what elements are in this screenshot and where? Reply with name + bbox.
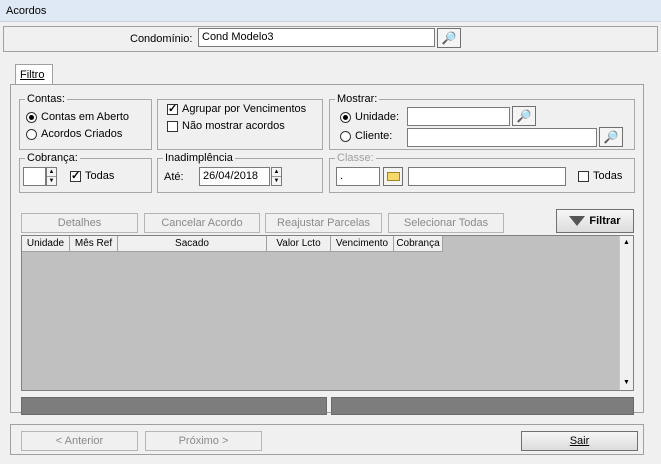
anterior-button[interactable]: < Anterior [21, 431, 138, 451]
checkbox-unchecked-icon [167, 120, 178, 132]
condominio-search-button[interactable]: 🔎 [437, 28, 461, 48]
binoculars-icon: 🔎 [516, 109, 532, 123]
radio-on-icon [340, 111, 351, 123]
col-mes-ref[interactable]: Mês Ref [70, 236, 118, 251]
checkbox-checked-icon [167, 102, 178, 115]
proximo-button[interactable]: Próximo > [145, 431, 262, 451]
filtro-tab-page: Contas: Contas em Aberto Acordos Criados… [10, 84, 644, 415]
contas-title: Contas: [25, 93, 67, 105]
folder-icon [386, 172, 400, 181]
classe-folder-button[interactable] [383, 167, 403, 186]
scroll-up-icon[interactable]: ▲ [620, 236, 633, 250]
radio-on-icon [26, 111, 37, 123]
inadimplencia-group: Inadimplência Até: 26/04/2018 ▲ ▼ [157, 152, 323, 193]
nao-mostrar-label: Não mostrar acordos [182, 120, 285, 132]
grid-vertical-scrollbar[interactable]: ▲ ▼ [619, 236, 633, 390]
cobranca-group: Cobrança: ▲▼ Todas [19, 152, 152, 193]
ate-label: Até: [164, 171, 184, 183]
condominio-input[interactable]: Cond Modelo3 [198, 28, 435, 47]
cliente-input[interactable] [407, 128, 597, 147]
contas-group: Contas: Contas em Aberto Acordos Criados [19, 93, 152, 150]
classe-todas-label: Todas [593, 170, 623, 182]
grid-header: Unidade Mês Ref Sacado Valor Lcto Vencim… [22, 236, 443, 252]
mostrar-group: Mostrar: Unidade: 🔎 Cliente: 🔎 [329, 93, 635, 150]
funnel-icon [569, 216, 586, 226]
col-unidade[interactable]: Unidade [22, 236, 70, 251]
cobranca-spinner[interactable]: ▲ ▼ [46, 167, 57, 186]
agrupar-label: Agrupar por Vencimentos [182, 103, 307, 115]
unidade-search-button[interactable]: 🔎 [512, 106, 536, 126]
window-title: Acordos [6, 5, 47, 17]
acordos-criados-radio[interactable]: Acordos Criados [26, 128, 122, 140]
classe-title: Classe: [335, 152, 376, 164]
contas-aberto-label: Contas em Aberto [41, 111, 130, 123]
spin-up-icon: ▲ [48, 169, 55, 175]
cancelar-acordo-button[interactable]: Cancelar Acordo [144, 213, 260, 233]
acordos-grid[interactable]: Unidade Mês Ref Sacado Valor Lcto Vencim… [21, 235, 634, 391]
unidade-input[interactable] [407, 107, 510, 126]
binoculars-icon: 🔎 [441, 31, 457, 45]
date-spinner[interactable]: ▲ ▼ [271, 167, 282, 186]
classe-code-input[interactable]: . [336, 167, 380, 186]
window-titlebar: Acordos [0, 0, 661, 22]
status-bar-left [21, 397, 327, 415]
spin-down-icon: ▼ [47, 176, 56, 184]
scroll-down-icon[interactable]: ▼ [620, 376, 633, 390]
spin-down-icon: ▼ [272, 176, 281, 184]
inadimplencia-title: Inadimplência [163, 152, 235, 164]
tab-filtro-label: Filtro [20, 69, 45, 81]
unidade-radio[interactable]: Unidade: [340, 111, 399, 123]
checkbox-checked-icon [70, 169, 81, 182]
sair-button[interactable]: Sair [521, 431, 638, 451]
unidade-label: Unidade: [355, 111, 400, 123]
mostrar-title: Mostrar: [335, 93, 380, 105]
classe-todas-checkbox[interactable]: Todas [578, 170, 622, 182]
condominio-label: Condomínio: [130, 33, 193, 45]
contas-aberto-radio[interactable]: Contas em Aberto [26, 111, 129, 123]
col-vencimento[interactable]: Vencimento [331, 236, 394, 251]
classe-desc-input[interactable] [408, 167, 566, 186]
nao-mostrar-checkbox[interactable]: Não mostrar acordos [167, 120, 285, 132]
col-cobranca[interactable]: Cobrança [394, 236, 443, 251]
col-valor-lcto[interactable]: Valor Lcto [267, 236, 331, 251]
condominio-panel: Condomínio: Cond Modelo3 🔎 [3, 26, 658, 52]
agrupar-group: Agrupar por Vencimentos Não mostrar acor… [157, 99, 323, 150]
status-bar-right [331, 397, 634, 415]
cliente-label: Cliente: [355, 130, 393, 142]
filtrar-label: Filtrar [589, 215, 621, 227]
cobranca-input[interactable] [23, 167, 46, 186]
cliente-radio[interactable]: Cliente: [340, 130, 392, 142]
cobranca-title: Cobrança: [25, 152, 80, 164]
footer-panel: < Anterior Próximo > Sair [10, 424, 644, 455]
tab-filtro[interactable]: Filtro [15, 64, 53, 85]
filtrar-button[interactable]: Filtrar [556, 209, 634, 233]
radio-off-icon [26, 128, 37, 140]
classe-group: Classe: . Todas [329, 152, 635, 193]
col-sacado[interactable]: Sacado [118, 236, 267, 251]
detalhes-button[interactable]: Detalhes [21, 213, 138, 233]
cliente-search-button[interactable]: 🔎 [599, 127, 623, 147]
checkbox-unchecked-icon [578, 170, 589, 182]
reajustar-parcelas-button[interactable]: Reajustar Parcelas [265, 213, 382, 233]
spin-up-icon: ▲ [273, 169, 280, 175]
cobranca-todas-checkbox[interactable]: Todas [70, 169, 115, 182]
selecionar-todas-button[interactable]: Selecionar Todas [388, 213, 504, 233]
date-input[interactable]: 26/04/2018 [199, 167, 270, 186]
radio-off-icon [340, 130, 351, 142]
binoculars-icon: 🔎 [603, 130, 619, 144]
agrupar-checkbox[interactable]: Agrupar por Vencimentos [167, 102, 307, 115]
cobranca-todas-label: Todas [85, 170, 115, 182]
acordos-criados-label: Acordos Criados [41, 128, 123, 140]
